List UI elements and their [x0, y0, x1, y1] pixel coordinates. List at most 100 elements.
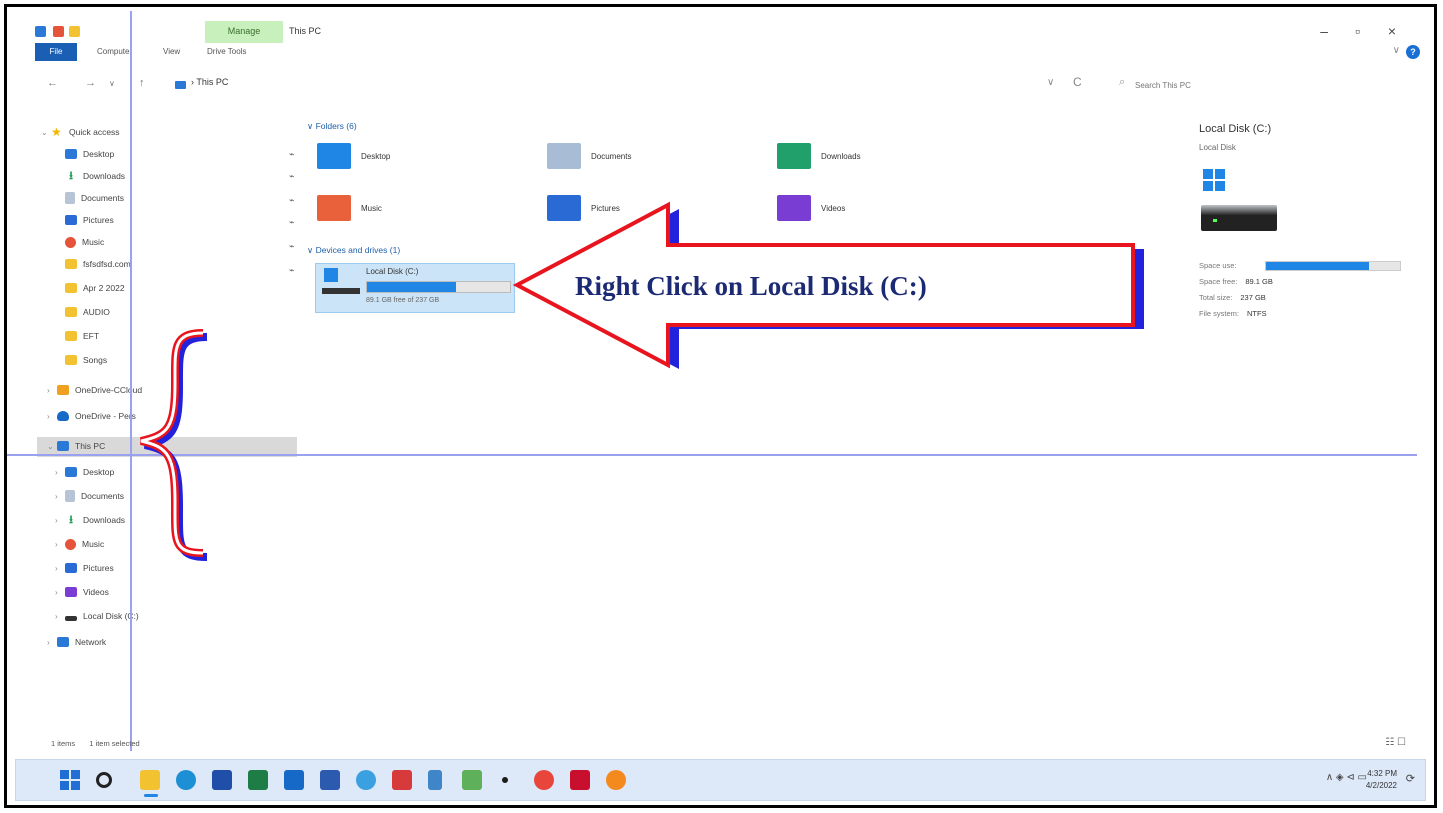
pin-icon[interactable]: ⌁ [289, 195, 294, 206]
chevron-right-icon[interactable]: › [55, 564, 65, 573]
search-icon: ⌕ [1119, 76, 1126, 88]
nav-onedrive-ccloud[interactable]: › OneDrive-CCloud [47, 379, 142, 401]
chevron-right-icon[interactable]: › [47, 412, 57, 421]
search-icon[interactable] [96, 772, 112, 788]
acrobat-icon[interactable] [570, 770, 590, 790]
recent-locations-button[interactable]: ∨ [109, 79, 115, 88]
image-viewer-icon[interactable] [462, 770, 482, 790]
computer-icon [57, 441, 69, 451]
search-input[interactable] [1135, 76, 1355, 94]
folder-tile-downloads[interactable]: Downloads [777, 137, 861, 175]
nav-label: Music [82, 539, 105, 549]
local-disk-tile[interactable]: Local Disk (C:) 89.1 GB free of 237 GB [315, 263, 515, 313]
nav-pc-local-disk[interactable]: › Local Disk (C:) [55, 605, 139, 627]
running-app-dot[interactable] [502, 777, 508, 783]
nav-item-pictures[interactable]: Pictures [65, 209, 114, 231]
pdf-tool-icon[interactable] [392, 770, 412, 790]
manage-tab[interactable]: Manage [205, 21, 283, 43]
view-toggle-icons[interactable]: ☷ ☐ [1385, 737, 1406, 748]
chevron-right-icon[interactable]: › [47, 386, 57, 395]
folder-tile-desktop[interactable]: Desktop [317, 137, 390, 175]
back-button[interactable]: ← [47, 77, 58, 89]
address-path[interactable]: › This PC [191, 77, 228, 87]
nav-item-desktop[interactable]: Desktop [65, 143, 114, 165]
pin-icon[interactable]: ⌁ [289, 217, 294, 228]
drive-name: Local Disk (C:) [366, 267, 419, 276]
nav-item-folder[interactable]: fsfsdfsd.com [65, 253, 131, 275]
file-explorer-icon[interactable] [140, 770, 160, 790]
folder-tile-music[interactable]: Music [317, 189, 382, 227]
tab-view[interactable]: View [163, 43, 180, 61]
nav-item-documents[interactable]: Documents [65, 187, 124, 209]
nav-item-folder[interactable]: Apr 2 2022 [65, 277, 125, 299]
nav-this-pc[interactable]: ⌄ This PC [47, 435, 105, 457]
documents-icon [65, 192, 75, 204]
nav-label: Pictures [83, 563, 114, 573]
chevron-right-icon[interactable]: › [55, 468, 65, 477]
folders-group-header[interactable]: ∨ Folders (6) [307, 121, 357, 132]
chrome-icon[interactable] [534, 770, 554, 790]
nav-item-folder[interactable]: AUDIO [65, 301, 110, 323]
store-icon[interactable] [212, 770, 232, 790]
folder-tile-pictures[interactable]: Pictures [547, 189, 620, 227]
nav-pc-videos[interactable]: › Videos [55, 581, 109, 603]
chevron-right-icon[interactable]: › [47, 638, 57, 647]
chevron-right-icon[interactable]: › [55, 516, 65, 525]
close-button[interactable]: × [1388, 21, 1396, 41]
nav-item-downloads[interactable]: ⭳ Downloads [65, 165, 125, 187]
pin-icon[interactable]: ⌁ [289, 149, 294, 160]
properties-icon[interactable] [53, 26, 64, 37]
pin-icon[interactable]: ⌁ [289, 171, 294, 182]
ribbon-collapse-icon[interactable]: ∨ [1393, 45, 1400, 56]
nav-onedrive[interactable]: › OneDrive - Pers [47, 405, 136, 427]
forward-button[interactable]: → [85, 77, 96, 89]
chevron-down-icon[interactable]: ⌄ [47, 442, 57, 451]
windows-start-icon[interactable] [60, 770, 80, 790]
folder-tile-documents[interactable]: Documents [547, 137, 631, 175]
nav-pc-music[interactable]: › Music [55, 533, 104, 555]
nav-pc-documents[interactable]: › Documents [55, 485, 124, 507]
nav-label: Documents [81, 491, 124, 501]
chevron-right-icon[interactable]: › [55, 612, 65, 621]
pin-icon[interactable]: ⌁ [289, 241, 294, 252]
chevron-right-icon[interactable]: › [55, 540, 65, 549]
nav-pc-desktop[interactable]: › Desktop [55, 461, 114, 483]
nav-pc-downloads[interactable]: › ⭳ Downloads [55, 509, 125, 531]
chevron-right-icon[interactable]: › [55, 588, 65, 597]
outlook-icon[interactable] [284, 770, 304, 790]
nav-network[interactable]: › Network [47, 631, 106, 653]
refresh-icon[interactable]: C [1073, 75, 1082, 89]
devices-group-header[interactable]: ∨ Devices and drives (1) [307, 245, 400, 256]
notepad-icon[interactable] [428, 770, 442, 790]
tab-drive-tools[interactable]: Drive Tools [207, 43, 246, 61]
chevron-down-icon[interactable]: ⌄ [41, 128, 51, 137]
windows-logo-icon [1203, 169, 1225, 191]
nav-label: AUDIO [83, 307, 110, 317]
photos-icon[interactable] [356, 770, 376, 790]
help-icon[interactable]: ? [1406, 45, 1420, 59]
videos-icon [65, 587, 77, 597]
file-tab[interactable]: File [35, 43, 77, 61]
word-icon[interactable] [320, 770, 340, 790]
folder-tile-videos[interactable]: Videos [777, 189, 845, 227]
nav-item-music[interactable]: Music [65, 231, 104, 253]
maximize-button[interactable]: ▫ [1355, 21, 1360, 41]
edge-icon[interactable] [176, 770, 196, 790]
minimize-button[interactable]: – [1320, 21, 1328, 41]
address-dropdown-icon[interactable]: ∨ [1047, 77, 1054, 88]
nav-item-folder[interactable]: Songs [65, 349, 107, 371]
chevron-right-icon[interactable]: › [55, 492, 65, 501]
new-folder-icon[interactable] [69, 26, 80, 37]
nav-item-folder[interactable]: EFT [65, 325, 99, 347]
clock[interactable]: 4:32 PM 4/2/2022 [1366, 768, 1397, 792]
pin-icon[interactable]: ⌁ [289, 265, 294, 276]
notification-icon[interactable]: ⟳ [1406, 772, 1415, 785]
system-tray[interactable]: ∧ ◈ ⊲ ▭ [1326, 772, 1367, 783]
excel-icon[interactable] [248, 770, 268, 790]
nav-pc-pictures[interactable]: › Pictures [55, 557, 114, 579]
up-button[interactable]: ↑ [139, 77, 145, 89]
ribbon: File Computer View Drive Tools ∨ ? [35, 43, 1434, 63]
tab-computer[interactable]: Computer [97, 43, 132, 61]
firefox-icon[interactable] [606, 770, 626, 790]
nav-quick-access[interactable]: ⌄ ★ Quick access [41, 121, 120, 143]
